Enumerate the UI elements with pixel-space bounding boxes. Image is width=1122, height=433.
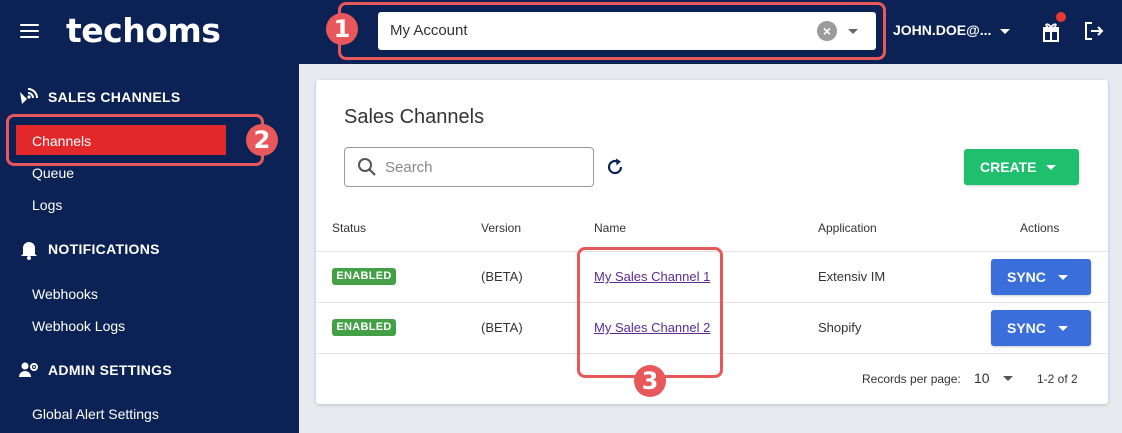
sync-button-label: SYNC bbox=[1007, 320, 1046, 336]
column-header-actions: Actions bbox=[1020, 221, 1060, 235]
status-badge: ENABLED bbox=[332, 268, 396, 285]
annotation-box-3 bbox=[577, 247, 723, 378]
sync-button-label: SYNC bbox=[1007, 269, 1046, 285]
search-input[interactable] bbox=[385, 157, 585, 177]
chevron-down-icon bbox=[1058, 326, 1068, 331]
annotation-number-1: 1 bbox=[326, 13, 358, 45]
logout-icon[interactable] bbox=[1083, 20, 1105, 42]
sidebar-section-label: SALES CHANNELS bbox=[48, 89, 181, 105]
sidebar-item-queue[interactable]: Queue bbox=[32, 165, 74, 181]
sidebar-section-notifications: NOTIFICATIONS bbox=[0, 238, 299, 262]
user-menu-chevron-icon[interactable] bbox=[1000, 29, 1010, 34]
sync-button[interactable]: SYNC bbox=[991, 310, 1091, 346]
bell-icon bbox=[21, 242, 37, 260]
sidebar-section-sales-channels: SALES CHANNELS bbox=[0, 86, 299, 110]
sidebar-item-logs[interactable]: Logs bbox=[32, 197, 62, 213]
application-cell: Extensiv IM bbox=[818, 269, 886, 284]
page-title: Sales Channels bbox=[344, 106, 485, 128]
sidebar-item-global-alert-settings[interactable]: Global Alert Settings bbox=[32, 406, 159, 422]
status-badge: ENABLED bbox=[332, 319, 396, 336]
refresh-icon[interactable] bbox=[605, 157, 625, 177]
records-per-page-select[interactable]: 10 bbox=[974, 370, 990, 386]
annotation-box-1 bbox=[338, 2, 886, 60]
sidebar-item-webhook-logs[interactable]: Webhook Logs bbox=[32, 318, 125, 334]
create-button-label: CREATE bbox=[980, 159, 1037, 175]
notification-dot bbox=[1056, 12, 1066, 22]
annotation-number-3: 3 bbox=[634, 365, 666, 397]
chevron-down-icon bbox=[1058, 275, 1068, 280]
create-button[interactable]: CREATE bbox=[964, 149, 1079, 185]
satellite-dish-icon bbox=[20, 88, 38, 104]
column-header-application[interactable]: Application bbox=[818, 221, 877, 235]
column-header-version[interactable]: Version bbox=[481, 221, 521, 235]
sidebar-section-admin-settings: ADMIN SETTINGS bbox=[0, 359, 299, 383]
user-menu[interactable]: JOHN.DOE@... bbox=[893, 22, 991, 38]
search-icon bbox=[358, 158, 376, 176]
annotation-box-2 bbox=[6, 114, 264, 166]
version-cell: (BETA) bbox=[481, 320, 523, 335]
records-per-page-label: Records per page: bbox=[862, 372, 961, 386]
pagination-info: 1-2 of 2 bbox=[1037, 372, 1078, 386]
annotation-number-2: 2 bbox=[246, 124, 278, 156]
column-header-status[interactable]: Status bbox=[332, 221, 366, 235]
logo: techoms bbox=[66, 11, 221, 50]
sidebar-section-label: ADMIN SETTINGS bbox=[48, 362, 172, 378]
chevron-down-icon bbox=[1046, 165, 1056, 170]
users-cog-icon bbox=[19, 362, 38, 377]
sync-button[interactable]: SYNC bbox=[991, 259, 1091, 295]
search-field[interactable] bbox=[344, 147, 594, 187]
sidebar-item-webhooks[interactable]: Webhooks bbox=[32, 286, 98, 302]
version-cell: (BETA) bbox=[481, 269, 523, 284]
sidebar-section-label: NOTIFICATIONS bbox=[48, 241, 160, 257]
chevron-down-icon[interactable] bbox=[1003, 376, 1013, 381]
gift-icon[interactable] bbox=[1042, 20, 1060, 42]
application-cell: Shopify bbox=[818, 320, 862, 335]
hamburger-menu-icon[interactable] bbox=[20, 24, 39, 38]
column-header-name[interactable]: Name bbox=[594, 221, 626, 235]
